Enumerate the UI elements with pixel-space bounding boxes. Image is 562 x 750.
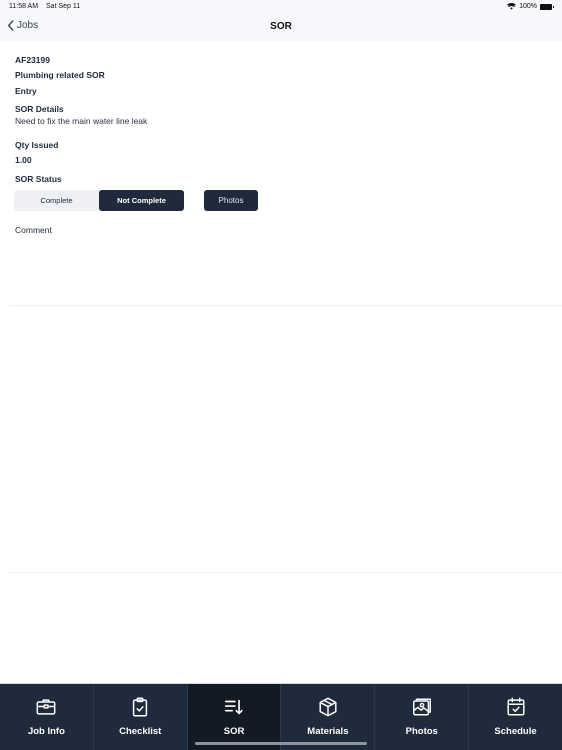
briefcase-icon (36, 699, 56, 715)
qty-issued-value: 1.00 (15, 155, 32, 165)
status-time: 11:58 AM (9, 3, 39, 10)
sor-details-value: Need to fix the main water line leak (15, 116, 148, 126)
tab-job-info[interactable]: Job Info (0, 684, 94, 750)
battery-percent: 100% (519, 3, 537, 10)
sort-down-icon (224, 699, 243, 715)
status-bar: 11:58 AM Sat Sep 11 100% (0, 0, 562, 14)
tab-checklist[interactable]: Checklist (94, 684, 188, 750)
tab-label: Schedule (494, 726, 537, 737)
box-icon (319, 697, 337, 717)
sor-name: Plumbing related SOR (15, 70, 105, 80)
photos-icon (412, 698, 431, 716)
tab-label: Job Info (27, 726, 65, 737)
comment-input[interactable] (9, 237, 562, 306)
divider (9, 572, 562, 573)
home-indicator[interactable] (195, 742, 367, 745)
comment-label: Comment (15, 225, 52, 235)
tab-sor[interactable]: SOR (187, 684, 282, 750)
wifi-icon (507, 3, 517, 10)
sor-status-segmented-control: Complete Not Complete (14, 190, 184, 211)
page-title: SOR (270, 21, 292, 32)
status-complete-option[interactable]: Complete (14, 190, 99, 211)
tab-label: Materials (307, 726, 349, 737)
sor-details-label: SOR Details (15, 104, 64, 114)
tab-label: SOR (223, 726, 245, 737)
calendar-check-icon (507, 697, 525, 716)
sor-code: AF23199 (15, 55, 50, 65)
sor-status-label: SOR Status (15, 174, 62, 184)
tab-photos[interactable]: Photos (375, 684, 470, 750)
bottom-tab-bar: Job Info Checklist SOR Materials Photos … (0, 683, 562, 750)
tab-label: Photos (405, 726, 438, 737)
battery-icon (540, 3, 554, 10)
photos-button[interactable]: Photos (204, 190, 258, 211)
tab-materials[interactable]: Materials (281, 684, 376, 750)
tab-schedule[interactable]: Schedule (469, 684, 562, 750)
status-date: Sat Sep 11 (46, 3, 81, 10)
qty-issued-label: Qty Issued (15, 140, 59, 150)
clipboard-check-icon (133, 697, 148, 717)
sor-type: Entry (15, 86, 37, 96)
tab-label: Checklist (119, 726, 162, 737)
navigation-bar: Jobs SOR (0, 14, 562, 41)
status-not-complete-option[interactable]: Not Complete (99, 190, 184, 211)
